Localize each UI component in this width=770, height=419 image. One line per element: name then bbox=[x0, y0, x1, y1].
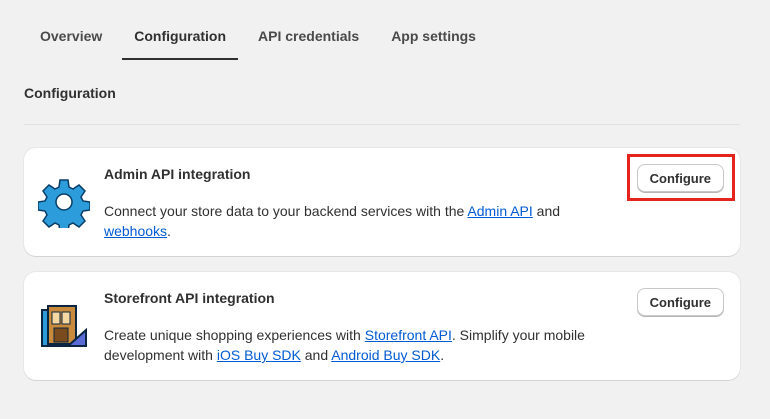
highlight-box bbox=[627, 154, 735, 201]
desc-text: Connect your store data to your backend … bbox=[104, 203, 468, 219]
card-description: Create unique shopping experiences with … bbox=[104, 325, 604, 365]
card-description: Connect your store data to your backend … bbox=[104, 201, 604, 241]
divider bbox=[24, 124, 740, 125]
android-buy-sdk-link[interactable]: Android Buy SDK bbox=[331, 347, 440, 363]
ios-buy-sdk-link[interactable]: iOS Buy SDK bbox=[217, 347, 301, 363]
card-title: Storefront API integration bbox=[104, 290, 275, 306]
desc-text: and bbox=[532, 203, 561, 219]
tab-app-settings[interactable]: App settings bbox=[375, 16, 492, 60]
desc-text: and bbox=[300, 347, 332, 363]
card-title: Admin API integration bbox=[104, 166, 251, 182]
admin-api-link[interactable]: Admin API bbox=[467, 203, 532, 219]
desc-text: . bbox=[167, 223, 171, 239]
configure-storefront-button[interactable]: Configure bbox=[636, 288, 724, 316]
storefront-icon bbox=[41, 305, 87, 347]
storefront-api-link[interactable]: Storefront API bbox=[365, 327, 452, 343]
tab-overview[interactable]: Overview bbox=[24, 16, 118, 60]
storefront-api-card: Storefront API integration Create unique… bbox=[24, 272, 740, 380]
tab-bar: Overview Configuration API credentials A… bbox=[24, 16, 492, 60]
gear-icon bbox=[38, 179, 90, 228]
desc-text: . bbox=[440, 347, 445, 363]
desc-text: Create unique shopping experiences with bbox=[104, 327, 365, 343]
tab-configuration[interactable]: Configuration bbox=[118, 16, 242, 60]
webhooks-link[interactable]: webhooks bbox=[104, 223, 167, 239]
section-title: Configuration bbox=[24, 85, 116, 101]
tab-api-credentials[interactable]: API credentials bbox=[242, 16, 375, 60]
